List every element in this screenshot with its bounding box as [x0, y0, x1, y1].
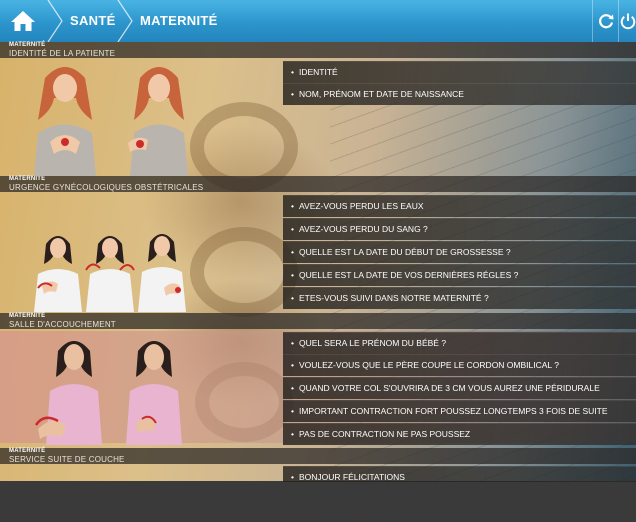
- list-item[interactable]: • AVEZ-VOUS PERDU DU SANG ?: [283, 218, 636, 240]
- list-item-label: NOM, PRÉNOM ET DATE DE NAISSANCE: [298, 89, 464, 99]
- sign-language-illustration: [126, 341, 182, 445]
- bullet-icon: •: [291, 338, 294, 348]
- sign-language-illustration: [34, 67, 96, 176]
- bullet-icon: •: [291, 293, 294, 303]
- breadcrumb-item-maternite[interactable]: MATERNITÉ: [140, 0, 218, 42]
- list-item[interactable]: • VOULEZ-VOUS QUE LE PÈRE COUPE LE CORDON…: [283, 354, 636, 376]
- list-item[interactable]: • BONJOUR FÉLICITATIONS: [283, 466, 636, 482]
- breadcrumb-separator-icon: [117, 0, 133, 42]
- power-button[interactable]: [618, 0, 636, 42]
- list-item[interactable]: • PAS DE CONTRACTION NE PAS POUSSEZ: [283, 423, 636, 445]
- list-item-label: AVEZ-VOUS PERDU LES EAUX: [298, 201, 424, 211]
- list-item-label: QUELLE EST LA DATE DU DÉBUT DE GROSSESSE…: [298, 247, 511, 257]
- list-item[interactable]: • AVEZ-VOUS PERDU LES EAUX: [283, 195, 636, 217]
- breadcrumb-item-sante[interactable]: SANTÉ: [70, 0, 116, 42]
- section-header-urgence: MATERNITÉ URGENCE GYNÉCOLOGIQUES OBSTÉTR…: [0, 176, 636, 192]
- bullet-icon: •: [291, 429, 294, 439]
- section-title: IDENTITÉ DE LA PATIENTE: [9, 49, 116, 58]
- list-item-label: QUEL SERA LE PRÉNOM DU BÉBÉ ?: [298, 338, 447, 348]
- list-item[interactable]: • ETES-VOUS SUIVI DANS NOTRE MATERNITÉ ?: [283, 287, 636, 309]
- bullet-icon: •: [291, 247, 294, 257]
- sign-language-illustration: [34, 236, 82, 312]
- power-icon: [620, 13, 636, 30]
- sign-language-illustration: [128, 67, 188, 176]
- bullet-icon: •: [291, 89, 294, 99]
- top-bar: SANTÉ MATERNITÉ: [0, 0, 636, 42]
- section-category: MATERNITÉ: [9, 313, 46, 319]
- refresh-button[interactable]: [592, 0, 619, 42]
- list-item-label: PAS DE CONTRACTION NE PAS POUSSEZ: [298, 429, 471, 439]
- home-icon: [11, 11, 35, 31]
- section-header-identite: MATERNITÉ IDENTITÉ DE LA PATIENTE: [0, 42, 636, 58]
- bullet-icon: •: [291, 67, 294, 77]
- stethoscope-image: [190, 227, 298, 317]
- bullet-icon: •: [291, 383, 294, 393]
- section-title: URGENCE GYNÉCOLOGIQUES OBSTÉTRICALES: [9, 183, 204, 192]
- list-item[interactable]: • NOM, PRÉNOM ET DATE DE NAISSANCE: [283, 83, 636, 105]
- bullet-icon: •: [291, 472, 294, 482]
- section-header-salle-accouchement: MATERNITÉ SALLE D'ACCOUCHEMENT: [0, 313, 636, 329]
- home-button[interactable]: [0, 0, 46, 42]
- section-category: MATERNITÉ: [9, 448, 46, 454]
- list-item-label: VOULEZ-VOUS QUE LE PÈRE COUPE LE CORDON …: [298, 360, 559, 370]
- list-item[interactable]: • QUAND VOTRE COL S'OUVRIRA DE 3 CM VOUS …: [283, 377, 636, 399]
- list-item-label: ETES-VOUS SUIVI DANS NOTRE MATERNITÉ ?: [298, 293, 489, 303]
- section-title: SERVICE SUITE DE COUCHE: [9, 455, 125, 464]
- list-item-label: IDENTITÉ: [298, 67, 338, 77]
- section-category: MATERNITÉ: [9, 42, 46, 48]
- list-item[interactable]: • IMPORTANT CONTRACTION FORT POUSSEZ LONG…: [283, 400, 636, 422]
- list-item[interactable]: • QUELLE EST LA DATE DE VOS DERNIÈRES RÉG…: [283, 264, 636, 286]
- section-title: SALLE D'ACCOUCHEMENT: [9, 320, 116, 329]
- list-item-label: QUAND VOTRE COL S'OUVRIRA DE 3 CM VOUS A…: [298, 383, 600, 393]
- list-item[interactable]: • QUELLE EST LA DATE DU DÉBUT DE GROSSESS…: [283, 241, 636, 263]
- list-item[interactable]: • IDENTITÉ: [283, 61, 636, 83]
- list-item[interactable]: • QUEL SERA LE PRÉNOM DU BÉBÉ ?: [283, 332, 636, 354]
- list-item-label: AVEZ-VOUS PERDU DU SANG ?: [298, 224, 428, 234]
- list-item-label: QUELLE EST LA DATE DE VOS DERNIÈRES RÉGL…: [298, 270, 519, 280]
- breadcrumb-separator-icon: [47, 0, 63, 42]
- sign-language-illustration: [85, 236, 135, 312]
- bullet-icon: •: [291, 406, 294, 416]
- list-item-label: IMPORTANT CONTRACTION FORT POUSSEZ LONGT…: [298, 406, 608, 416]
- bullet-icon: •: [291, 270, 294, 280]
- section-category: MATERNITÉ: [9, 176, 46, 182]
- refresh-icon: [599, 14, 614, 29]
- bullet-icon: •: [291, 360, 294, 370]
- bullet-icon: •: [291, 224, 294, 234]
- section-header-suite-couche: MATERNITÉ SERVICE SUITE DE COUCHE: [0, 448, 636, 464]
- sign-language-illustration: [138, 234, 186, 312]
- sign-language-illustration: [34, 341, 102, 445]
- bullet-icon: •: [291, 201, 294, 211]
